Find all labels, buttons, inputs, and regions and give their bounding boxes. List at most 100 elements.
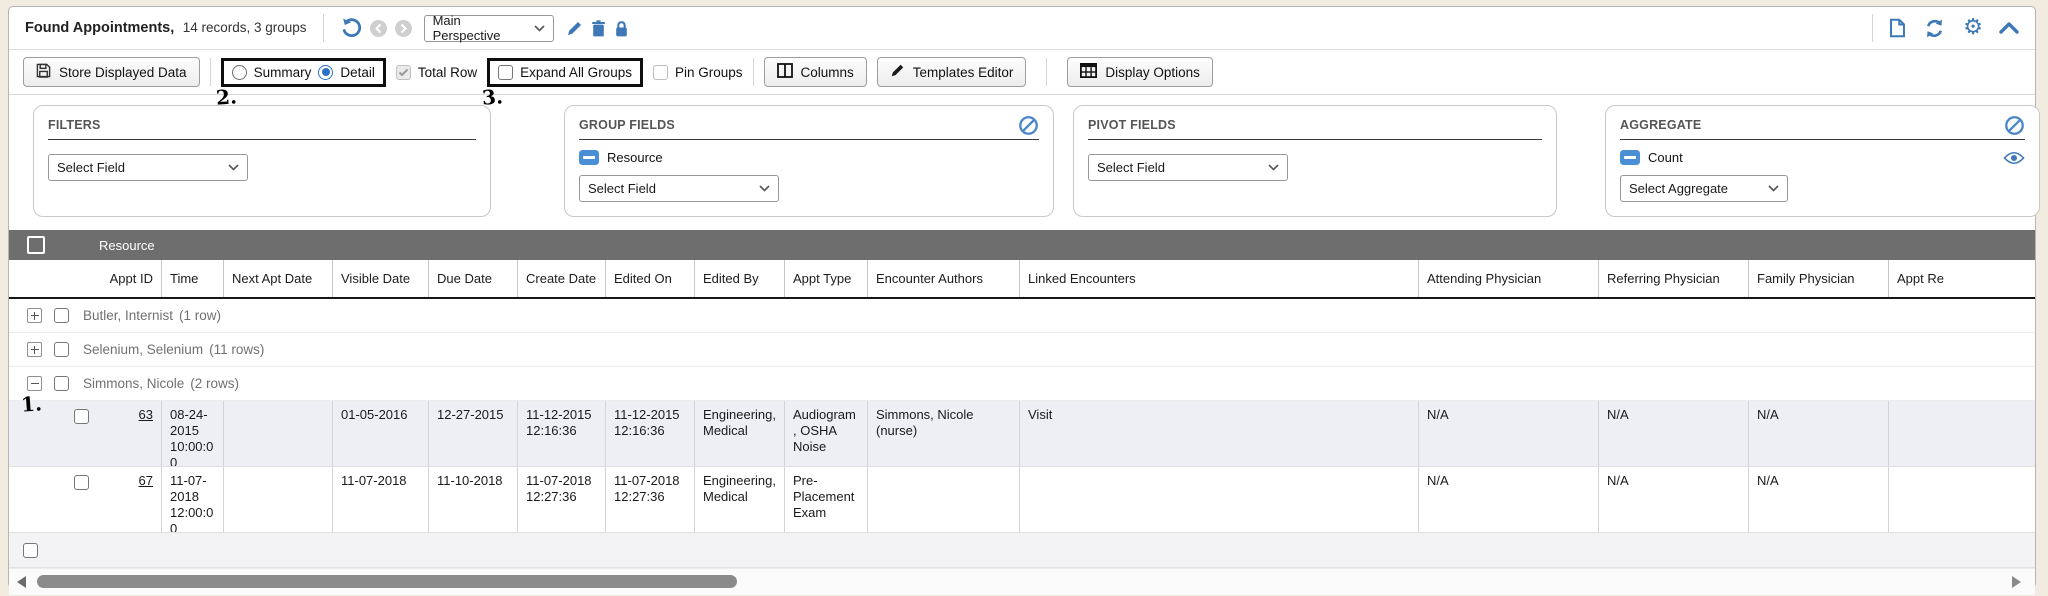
divider	[1046, 58, 1047, 86]
expand-group-icon[interactable]	[27, 308, 42, 323]
appt-id-link[interactable]: 63	[139, 407, 153, 422]
horizontal-scrollbar-thumb[interactable]	[37, 575, 737, 588]
appt-id-link[interactable]: 67	[139, 473, 153, 488]
expand-all-groups-checkbox[interactable]	[498, 65, 513, 80]
perspective-value: Main Perspective	[433, 13, 526, 43]
cell-appt-type: Pre-Placement Exam	[785, 467, 868, 532]
column-header[interactable]: Attending Physician	[1419, 260, 1599, 297]
column-header[interactable]: Appt Re	[1889, 260, 2035, 297]
cell-due-date: 11-10-2018	[429, 467, 518, 532]
lock-perspective-icon[interactable]	[614, 20, 629, 37]
group-field-label: Resource	[607, 150, 663, 165]
pivot-fields-select-value: Select Field	[1097, 160, 1165, 175]
expand-all-groups-toggle[interactable]: Expand All Groups	[498, 65, 632, 80]
pivot-grid: Resource Appt ID Time Next Apt Date Visi…	[9, 230, 2035, 595]
pin-groups-toggle[interactable]: Pin Groups	[653, 65, 743, 80]
remove-group-field-icon[interactable]	[579, 150, 599, 165]
templates-editor-button[interactable]: Templates Editor	[877, 57, 1027, 87]
group-name: Butler, Internist	[83, 308, 173, 323]
row-checkbox[interactable]	[74, 475, 89, 490]
found-appointments-widget: Found Appointments, 14 records, 3 groups…	[8, 6, 2036, 588]
table-row: 63 08-24-2015 10:00:00 01-05-2016 12-27-…	[9, 401, 2035, 467]
column-header[interactable]: Visible Date	[333, 260, 429, 297]
group-fields-select-field[interactable]: Select Field	[579, 175, 779, 202]
divider	[753, 58, 754, 86]
detail-label: Detail	[340, 65, 375, 80]
column-header[interactable]: Time	[162, 260, 224, 297]
select-all-checkbox[interactable]	[27, 236, 45, 254]
divider	[323, 14, 324, 42]
columns-button[interactable]: Columns	[764, 57, 867, 87]
collapse-group-icon[interactable]	[27, 376, 42, 391]
total-row-toggle[interactable]: Total Row	[396, 65, 477, 80]
pivot-fields-title: PIVOT FIELDS	[1088, 118, 1176, 132]
column-header[interactable]: Linked Encounters	[1020, 260, 1419, 297]
chevron-down-icon	[534, 25, 545, 32]
group-fields-panel: GROUP FIELDS Resource Select Field	[564, 105, 1054, 217]
group-checkbox[interactable]	[54, 342, 69, 357]
row-checkbox[interactable]	[74, 409, 89, 424]
pin-groups-checkbox[interactable]	[653, 65, 668, 80]
expand-group-icon[interactable]	[27, 342, 42, 357]
group-checkbox[interactable]	[54, 308, 69, 323]
column-header[interactable]: Edited By	[695, 260, 785, 297]
column-header[interactable]: Referring Physician	[1599, 260, 1749, 297]
column-header[interactable]: Create Date	[518, 260, 606, 297]
delete-perspective-icon[interactable]	[591, 20, 606, 37]
expand-all-groups-label: Expand All Groups	[520, 65, 632, 80]
group-row-simmons: Simmons, Nicole (2 rows) 1.	[9, 367, 2035, 401]
widget-title: Found Appointments, 14 records, 3 groups	[25, 19, 307, 37]
cell-family-physician: N/A	[1749, 401, 1889, 466]
footer-checkbox[interactable]	[23, 543, 38, 558]
scroll-left-arrow-icon[interactable]	[17, 576, 26, 588]
visibility-eye-icon[interactable]	[2003, 151, 2025, 165]
store-button-label: Store Displayed Data	[59, 65, 187, 80]
summary-radio[interactable]	[232, 65, 247, 80]
store-displayed-data-button[interactable]: Store Displayed Data	[23, 57, 200, 87]
detail-radio[interactable]	[318, 65, 333, 80]
annotation-number-3: 3.	[481, 84, 504, 109]
selection-column-header	[9, 260, 97, 297]
refresh-icon[interactable]	[1924, 18, 1945, 39]
annotation-number-1: 1.	[20, 391, 43, 416]
detail-radio-group[interactable]: Detail	[318, 65, 375, 80]
group-band-label: Resource	[99, 238, 155, 253]
chevron-left-icon[interactable]	[370, 20, 387, 37]
page-title: Found Appointments,	[25, 20, 174, 36]
collapse-up-icon[interactable]	[1999, 21, 2019, 35]
aggregate-item: Count	[1620, 150, 2025, 165]
total-row-checkbox[interactable]	[396, 65, 411, 80]
filters-select-field[interactable]: Select Field	[48, 154, 248, 181]
remove-aggregate-icon[interactable]	[1620, 150, 1640, 165]
perspective-select[interactable]: Main Perspective	[424, 15, 554, 42]
cell-encounter-authors	[868, 467, 1020, 532]
chevron-right-icon[interactable]	[395, 20, 412, 37]
cell-edited-by: Engineering, Medical	[695, 401, 785, 466]
pivot-fields-select-field[interactable]: Select Field	[1088, 154, 1288, 181]
edit-perspective-icon[interactable]	[566, 20, 583, 37]
scroll-right-arrow-icon[interactable]	[2012, 576, 2021, 588]
cell-referring-physician: N/A	[1599, 467, 1749, 532]
new-document-icon[interactable]	[1889, 18, 1906, 38]
group-checkbox[interactable]	[54, 376, 69, 391]
column-header[interactable]: Appt ID	[97, 260, 162, 297]
undo-icon[interactable]	[340, 17, 362, 39]
display-options-button[interactable]: Display Options	[1067, 57, 1213, 87]
group-name: Selenium, Selenium	[83, 342, 203, 357]
aggregate-select[interactable]: Select Aggregate	[1620, 175, 1788, 202]
column-header[interactable]: Due Date	[429, 260, 518, 297]
chevron-down-icon	[228, 164, 239, 171]
clear-group-fields-icon[interactable]	[1018, 115, 1039, 136]
column-header[interactable]: Family Physician	[1749, 260, 1889, 297]
cell-time: 08-24-2015 10:00:00	[162, 401, 224, 466]
column-header[interactable]: Encounter Authors	[868, 260, 1020, 297]
column-header[interactable]: Next Apt Date	[224, 260, 333, 297]
clear-aggregate-icon[interactable]	[2004, 115, 2025, 136]
templates-editor-label: Templates Editor	[913, 65, 1014, 80]
column-header[interactable]: Edited On	[606, 260, 695, 297]
summary-radio-group[interactable]: Summary	[232, 65, 312, 80]
cell-encounter-authors: Simmons, Nicole (nurse)	[868, 401, 1020, 466]
horizontal-scrollbar[interactable]	[9, 568, 2035, 595]
gear-icon[interactable]: ⚙	[1963, 17, 1983, 39]
column-header[interactable]: Appt Type	[785, 260, 868, 297]
